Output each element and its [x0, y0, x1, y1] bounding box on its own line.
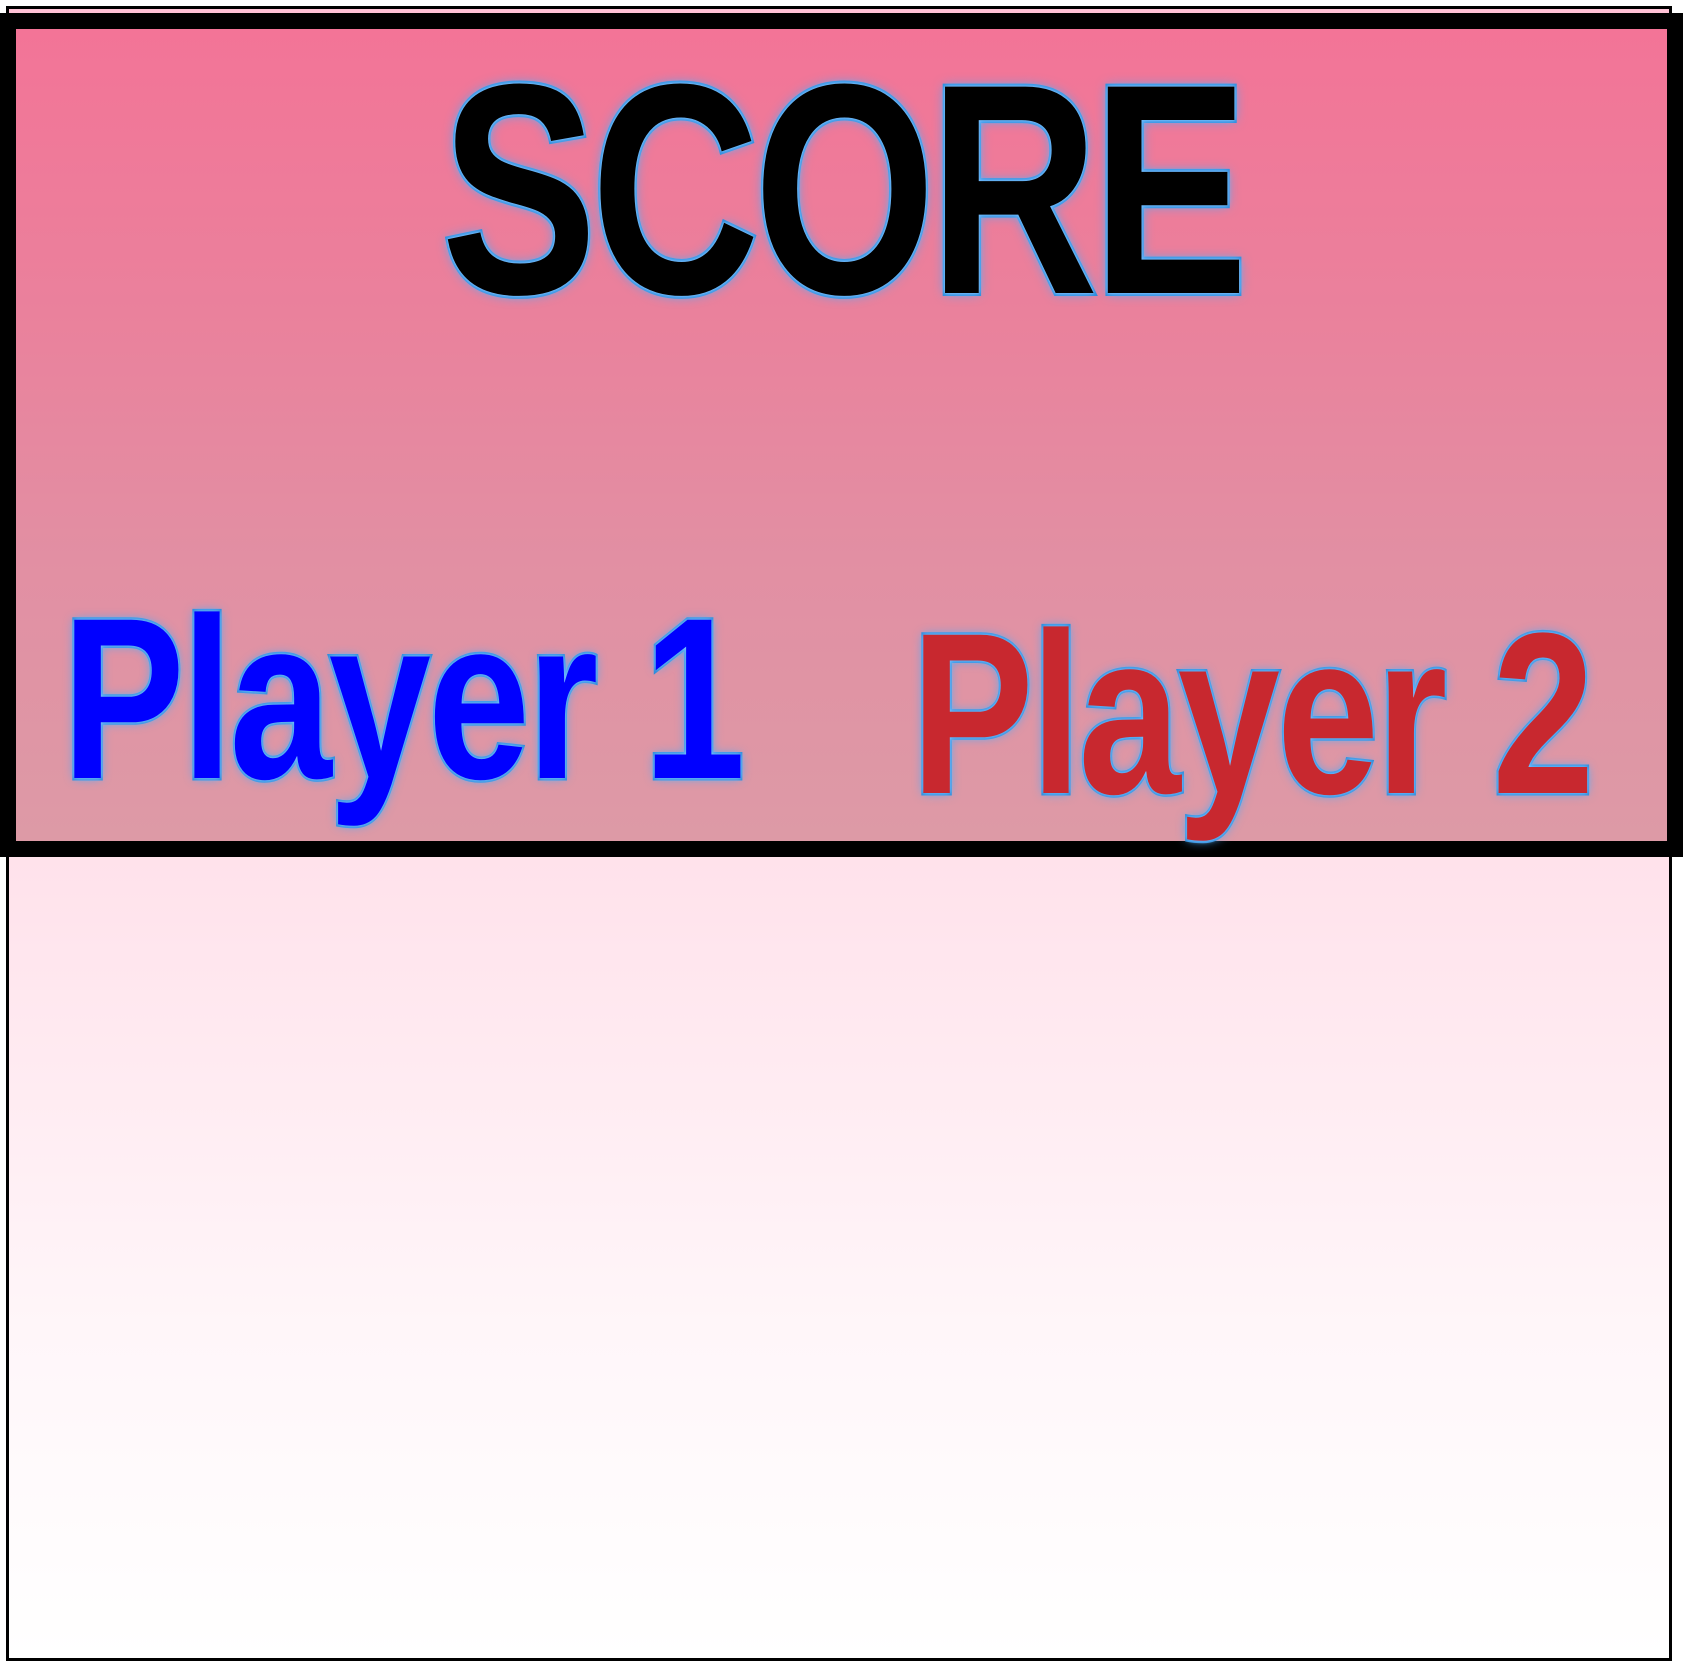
player-1-label: Player 1 [60, 570, 748, 827]
score-title: SCORE [439, 21, 1251, 357]
score-header-panel: SCORE Player 1 Player 2 [0, 13, 1683, 857]
score-area [18, 866, 1678, 1666]
player-2-label: Player 2 [909, 585, 1597, 842]
